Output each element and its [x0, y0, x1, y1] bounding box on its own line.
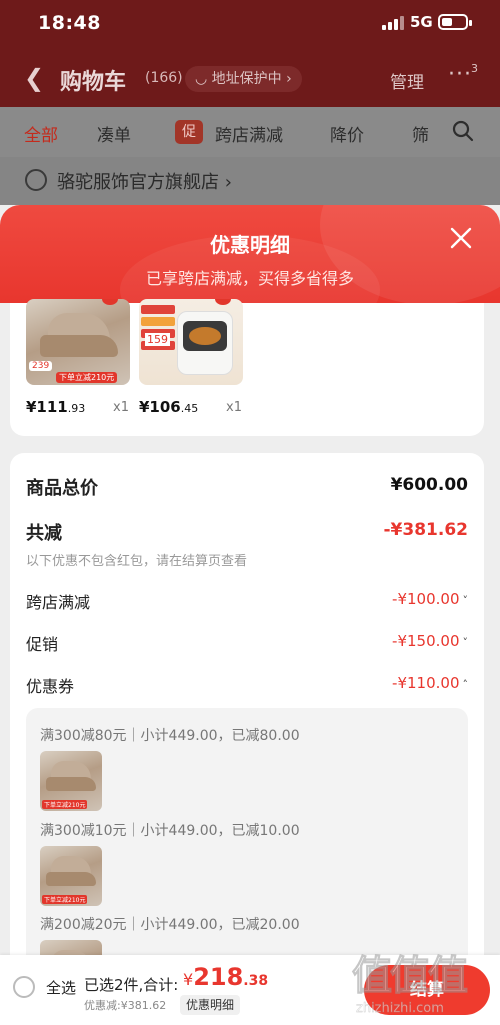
tab-price-drop[interactable]: 降价 — [330, 121, 364, 146]
total-reduce-value: -¥381.62 — [383, 520, 469, 540]
price-breakdown-card: 商品总价 ¥600.00 共减 -¥381.62 以下优惠不包含红包，请在结算页… — [10, 453, 484, 1013]
search-icon[interactable] — [452, 120, 474, 142]
promotion-label: 促销 — [26, 635, 59, 654]
coupon-detail-line: 满200减20元｜小计449.00，已减20.00 — [40, 917, 300, 933]
product-price: ¥111.93 — [26, 398, 86, 416]
product-tag: 159 — [145, 333, 170, 346]
sheet-title: 优惠明细 — [210, 233, 290, 257]
select-all-label[interactable]: 全选 — [46, 977, 76, 998]
product-quantity: x1 — [226, 400, 242, 415]
coupon-detail-line: 满300减80元｜小计449.00，已减80.00 — [40, 728, 300, 744]
more-badge: 3 — [471, 62, 478, 75]
coupon-product-thumbnail: 下单立减210元 — [40, 846, 102, 906]
status-bar: 18:48 5G — [0, 0, 500, 46]
product-quantity: x1 — [113, 400, 129, 415]
address-protect-chip[interactable]: ◡ 地址保护中 › — [185, 66, 302, 92]
decoration — [215, 299, 231, 305]
tab-all[interactable]: 全部 — [24, 121, 58, 146]
product-tagline: 下单立减210元 — [42, 800, 88, 809]
tab-cross-store[interactable]: 跨店满减 — [215, 121, 283, 146]
more-icon[interactable]: ··· — [448, 62, 472, 87]
page-title: 购物车 — [60, 70, 127, 95]
discount-detail-button[interactable]: 优惠明细 — [180, 995, 241, 1015]
network-label: 5G — [410, 13, 433, 31]
chevron-down-icon: ˅ — [462, 636, 469, 649]
discount-note: 以下优惠不包含红包，请在结算页查看 — [26, 554, 248, 569]
product-thumbnail-shoe[interactable]: 239 下单立减210元 — [26, 299, 130, 385]
filter-tabs: 全部 凑单 促 跨店满减 降价 筛 — [0, 107, 500, 157]
tab-filter[interactable]: 筛 — [412, 121, 429, 146]
goods-total-value: ¥600.00 — [390, 475, 468, 495]
coupon-label: 优惠券 — [26, 677, 75, 696]
product-tag: 239 — [29, 361, 53, 371]
cart-count: (166) — [145, 70, 183, 86]
shop-name[interactable]: 骆驼服饰官方旗舰店 › — [57, 168, 232, 194]
discount-detail-sheet-header: 优惠明细 已享跨店满减，买得多省得多 — [0, 205, 500, 303]
product-thumbnail-air-fryer[interactable]: 159 — [139, 299, 243, 385]
coupon-row-toggle[interactable]: -¥110.00 ˄ — [392, 674, 468, 692]
close-icon[interactable] — [450, 227, 472, 249]
promo-badge: 促 — [175, 120, 203, 144]
battery-icon — [438, 14, 472, 30]
goods-total-label: 商品总价 — [26, 478, 98, 499]
checkout-bar: 全选 已选2件,合计: ¥218.38 优惠减:¥381.62 优惠明细 结算 … — [0, 953, 500, 1025]
total-price: ¥218.38 — [183, 963, 269, 991]
select-all-checkbox[interactable] — [13, 976, 35, 998]
product-summary-card: 239 下单立减210元 159 ¥111.93 x1 ¥106.45 x1 — [10, 299, 484, 436]
discount-amount: 优惠减:¥381.62 — [84, 999, 167, 1012]
promotion-row-toggle[interactable]: -¥150.00 ˅ — [392, 632, 468, 650]
status-time: 18:48 — [38, 12, 101, 34]
chevron-right-icon: › — [281, 71, 292, 87]
sheet-subtitle: 已享跨店满减，买得多省得多 — [145, 269, 354, 288]
signal-icon — [382, 16, 404, 30]
product-tagline: 下单立减210元 — [56, 372, 118, 383]
back-chevron-icon[interactable]: ❮ — [24, 64, 44, 92]
product-tagline: 下单立减210元 — [42, 895, 88, 904]
product-price: ¥106.45 — [139, 398, 199, 416]
cart-nav-bar: ❮ 购物车 (166) ◡ 地址保护中 › 管理 ··· 3 — [0, 54, 500, 102]
selected-count-label: 已选2件,合计: — [84, 976, 179, 994]
chevron-down-icon: ˅ — [462, 594, 469, 607]
decoration — [102, 299, 118, 305]
tab-bundle[interactable]: 凑单 — [97, 121, 131, 146]
shop-row: 骆驼服饰官方旗舰店 › — [0, 157, 500, 205]
watermark-logo: 值值值 zhizhizhi.com — [352, 953, 469, 1017]
shop-select-checkbox[interactable] — [25, 169, 47, 191]
cross-store-label: 跨店满减 — [26, 593, 91, 612]
coupon-detail-line: 满300减10元｜小计449.00，已减10.00 — [40, 823, 300, 839]
address-protect-label: 地址保护中 — [211, 71, 282, 87]
cross-store-row-toggle[interactable]: -¥100.00 ˅ — [392, 590, 468, 608]
coupon-product-thumbnail: 下单立减210元 — [40, 751, 102, 811]
total-reduce-label: 共减 — [26, 523, 62, 544]
manage-button[interactable]: 管理 — [390, 68, 424, 93]
chevron-up-icon: ˄ — [462, 678, 469, 691]
shield-icon: ◡ — [195, 71, 212, 87]
discount-detail-sheet-body: 239 下单立减210元 159 ¥111.93 x1 ¥106.45 x1 商… — [0, 299, 500, 1025]
